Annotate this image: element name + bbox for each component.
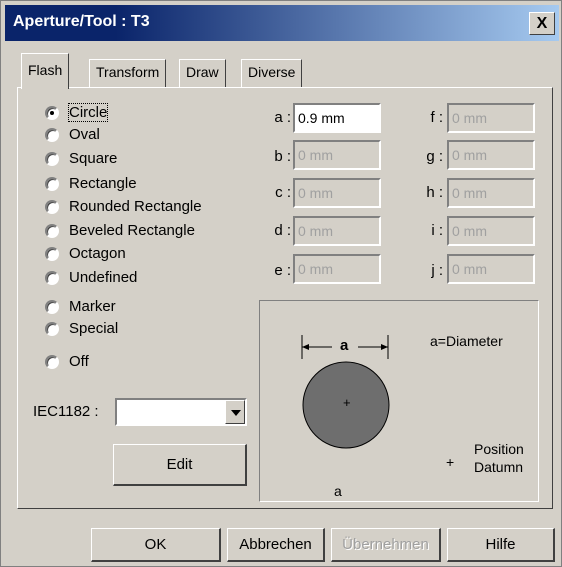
param-e-input: 0 mm — [293, 254, 381, 284]
radio-label: Octagon — [69, 245, 126, 262]
apply-button: Übernehmen — [331, 528, 441, 562]
param-g-label: g : — [426, 148, 443, 165]
position-label: Position — [474, 441, 524, 457]
radio-button[interactable] — [45, 224, 59, 238]
radio-label: Special — [69, 320, 119, 337]
radio-button[interactable] — [45, 322, 59, 336]
param-c-input: 0 mm — [293, 178, 381, 208]
param-h-label: h : — [426, 184, 443, 201]
radio-label: Oval — [69, 126, 100, 143]
radio-button[interactable] — [45, 106, 59, 120]
arrow-right-icon — [381, 344, 388, 350]
radio-button[interactable] — [45, 177, 59, 191]
param-j-label: j : — [431, 262, 443, 279]
datumn-label: Datumn — [474, 459, 524, 475]
aperture-preview-diagram: a a=Diameter + + Position Datumn a — [259, 300, 539, 502]
close-button[interactable]: X — [529, 12, 555, 35]
center-mark-icon: + — [343, 395, 351, 410]
param-d-label: d : — [274, 222, 291, 239]
chevron-down-icon[interactable] — [225, 400, 245, 424]
radio-label: Rectangle — [69, 175, 137, 192]
help-button[interactable]: Hilfe — [447, 528, 555, 562]
param-i-input: 0 mm — [447, 216, 535, 246]
param-d-input: 0 mm — [293, 216, 381, 246]
position-datum-icon: + — [446, 454, 455, 470]
diagram-caption: a — [334, 483, 342, 499]
tab-transform[interactable]: Transform — [89, 59, 167, 87]
param-a-label: a : — [274, 109, 291, 126]
iec1182-combobox[interactable] — [115, 398, 247, 426]
param-i-label: i : — [431, 222, 443, 239]
param-h-input: 0 mm — [447, 178, 535, 208]
tab-diverse[interactable]: Diverse — [241, 59, 303, 87]
title-bar[interactable]: Aperture/Tool : T3 X — [5, 5, 559, 41]
radio-label: Undefined — [69, 269, 138, 286]
radio-label: Marker — [69, 298, 116, 315]
radio-label: Rounded Rectangle — [69, 198, 202, 215]
radio-button[interactable] — [45, 247, 59, 261]
tab-flash[interactable]: Flash — [21, 53, 70, 89]
param-g-input: 0 mm — [447, 140, 535, 170]
param-j-input: 0 mm — [447, 254, 535, 284]
radio-label: Square — [69, 150, 118, 167]
radio-label: Beveled Rectangle — [69, 222, 195, 239]
window-title: Aperture/Tool : T3 — [13, 13, 150, 30]
param-c-label: c : — [275, 184, 291, 201]
aperture-tool-dialog: Aperture/Tool : T3 X Flash Transform Dra… — [0, 0, 562, 567]
edit-button[interactable]: Edit — [113, 444, 247, 486]
dimension-label: a — [340, 337, 349, 354]
param-b-input: 0 mm — [293, 140, 381, 170]
radio-button[interactable] — [45, 271, 59, 285]
cancel-button[interactable]: Abbrechen — [227, 528, 325, 562]
radio-button[interactable] — [45, 355, 59, 369]
radio-label: Circle — [67, 103, 109, 122]
iec1182-label: IEC1182 : — [33, 403, 99, 420]
radio-button[interactable] — [45, 200, 59, 214]
tab-draw[interactable]: Draw — [179, 59, 226, 87]
arrow-left-icon — [302, 344, 309, 350]
param-b-label: b : — [274, 148, 291, 165]
ok-button[interactable]: OK — [91, 528, 221, 562]
param-e-label: e : — [274, 262, 291, 279]
radio-button[interactable] — [45, 128, 59, 142]
param-f-label: f : — [430, 109, 443, 126]
diameter-legend: a=Diameter — [430, 333, 503, 349]
param-a-input[interactable]: 0.9 mm — [293, 103, 381, 133]
param-f-input: 0 mm — [447, 103, 535, 133]
radio-button[interactable] — [45, 300, 59, 314]
radio-label: Off — [69, 353, 89, 370]
radio-button[interactable] — [45, 152, 59, 166]
